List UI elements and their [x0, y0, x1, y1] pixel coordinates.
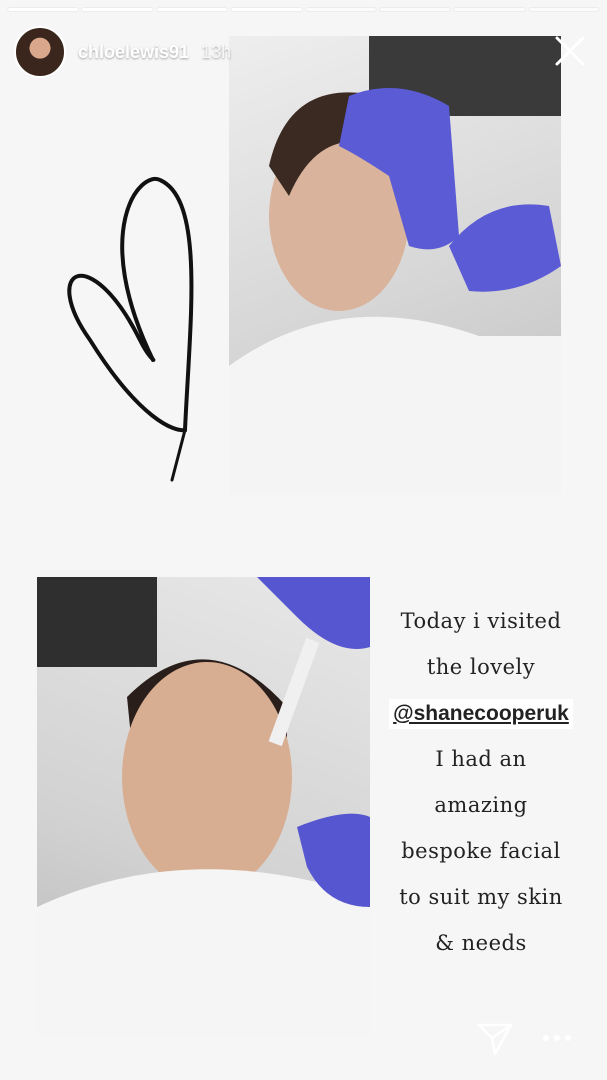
story-timestamp: 13h [201, 41, 232, 62]
progress-segment [231, 8, 302, 11]
photo-illustration [37, 577, 370, 1037]
progress-segment [156, 8, 228, 11]
progress-segment [8, 8, 79, 11]
caption-line: to suit my skin [399, 885, 563, 909]
caption-line: I had an [435, 747, 527, 771]
heart-doodle-icon [67, 176, 194, 482]
username[interactable]: chloelewis91 [78, 42, 189, 63]
photo-illustration [229, 36, 561, 495]
progress-segment [379, 8, 451, 11]
caption-line: & needs [435, 931, 527, 955]
progress-segment [454, 8, 525, 11]
story-progress-bar [8, 8, 599, 11]
more-options-button[interactable] [540, 1028, 574, 1048]
story-photo-top [229, 36, 561, 495]
close-button[interactable] [553, 34, 587, 68]
more-icon [543, 1035, 571, 1041]
send-button[interactable] [476, 1020, 514, 1058]
avatar[interactable] [14, 26, 66, 78]
progress-segment [528, 8, 599, 11]
close-icon [555, 36, 585, 66]
story-caption: Today i visited the lovely @shanecooperu… [376, 598, 586, 966]
story-photo-bottom [37, 577, 370, 1037]
progress-segment [82, 8, 153, 11]
story-header: chloelewis91 13h [14, 26, 231, 78]
mention-tag[interactable]: @shanecooperuk [389, 699, 573, 729]
send-icon [477, 1023, 513, 1056]
progress-segment [305, 8, 376, 11]
caption-line: bespoke facial [401, 839, 561, 863]
caption-line: Today i visited [400, 609, 562, 633]
caption-line: the lovely [426, 655, 536, 679]
caption-line: amazing [434, 793, 528, 817]
